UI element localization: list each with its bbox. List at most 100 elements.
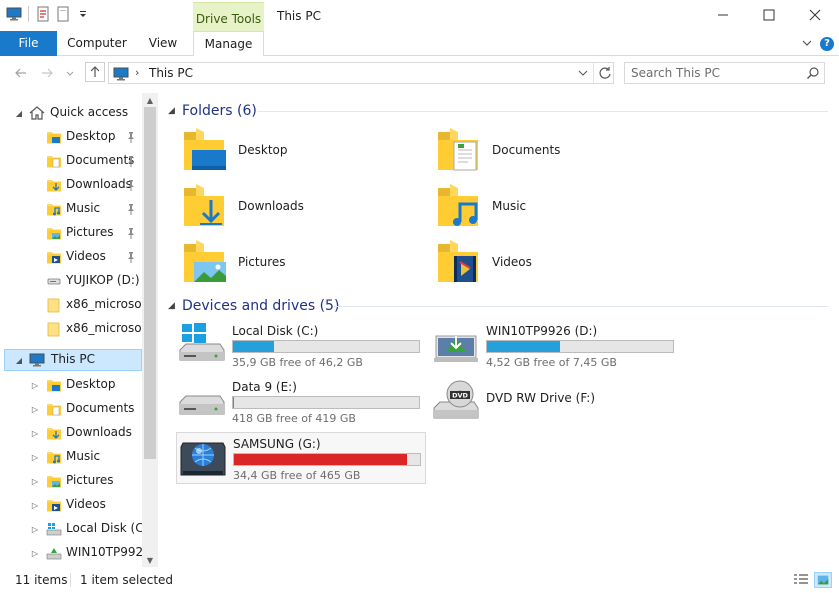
expand-arrow-icon[interactable]: ▷ — [30, 404, 40, 414]
tree-quick-x86-2[interactable]: x86_microsoft- — [0, 318, 142, 340]
drives-group-header[interactable]: ◢ Devices and drives (5) — [168, 296, 339, 316]
tree-pc-videos[interactable]: ▷ Videos — [0, 494, 142, 516]
large-icons-view-icon[interactable] — [814, 572, 832, 588]
expand-arrow-icon[interactable]: ▷ — [30, 380, 40, 390]
drive-usage-fill — [487, 341, 560, 352]
customize-toolbar-chevron-icon[interactable] — [75, 6, 91, 22]
collapse-arrow-icon[interactable]: ◢ — [14, 355, 24, 365]
pin-icon[interactable] — [125, 179, 137, 191]
folder-label: Documents — [492, 143, 561, 157]
search-box[interactable] — [624, 62, 825, 84]
tree-quick-videos[interactable]: Videos — [0, 246, 142, 268]
drive-tile-d[interactable]: WIN10TP9926 (D:) 4,52 GB free of 7,45 GB — [430, 320, 680, 370]
folders-group-header[interactable]: ◢ Folders (6) — [168, 101, 257, 121]
forward-button[interactable] — [38, 64, 56, 82]
address-dropdown-icon[interactable] — [577, 66, 589, 80]
pin-icon[interactable] — [125, 251, 137, 263]
search-input[interactable] — [631, 65, 801, 81]
close-button[interactable] — [792, 0, 838, 30]
folder-icon — [47, 298, 60, 313]
collapse-arrow-icon[interactable]: ◢ — [14, 108, 24, 118]
tree-pc-local-disk-c[interactable]: ▷ Local Disk (C:) — [0, 518, 142, 540]
new-folder-icon[interactable] — [55, 6, 71, 22]
expand-ribbon-chevron-icon[interactable] — [801, 37, 813, 49]
tree-quick-pictures[interactable]: Pictures — [0, 222, 142, 244]
tree-quick-documents[interactable]: Documents — [0, 150, 142, 172]
maximize-button[interactable] — [746, 0, 792, 30]
tab-computer[interactable]: Computer — [60, 31, 134, 56]
up-button[interactable] — [85, 62, 105, 82]
tree-quick-music[interactable]: Music — [0, 198, 142, 220]
samsung-drive-icon — [180, 442, 226, 476]
recent-locations-button[interactable] — [64, 64, 76, 82]
breadcrumb-this-pc[interactable]: This PC — [149, 66, 193, 80]
drive-tile-f[interactable]: DVD DVD RW Drive (F:) — [430, 376, 680, 426]
drive-tile-e[interactable]: Data 9 (E:) 418 GB free of 419 GB — [176, 376, 426, 426]
scroll-down-icon[interactable]: ▼ — [142, 553, 158, 567]
pin-icon[interactable] — [125, 155, 137, 167]
pin-icon[interactable] — [125, 203, 137, 215]
expand-arrow-icon[interactable]: ▷ — [30, 500, 40, 510]
folder-tile-downloads[interactable]: Downloads — [180, 182, 420, 236]
tree-quick-yujikop[interactable]: YUJIKOP (D:) — [0, 270, 142, 292]
drive-tools-context-header: Drive Tools — [193, 2, 264, 33]
properties-icon[interactable] — [35, 6, 51, 22]
pin-icon[interactable] — [125, 227, 137, 239]
context-tab-label: Drive Tools — [195, 12, 262, 26]
folder-tile-documents[interactable]: Documents — [434, 126, 674, 180]
tab-view[interactable]: View — [138, 31, 188, 56]
group-divider — [258, 111, 828, 112]
expand-arrow-icon[interactable]: ▷ — [30, 476, 40, 486]
refresh-button[interactable] — [593, 63, 615, 83]
tree-pc-music[interactable]: ▷ Music — [0, 446, 142, 468]
help-button[interactable]: ? — [820, 37, 834, 51]
music-folder-icon — [46, 201, 62, 216]
expand-arrow-icon[interactable]: ▷ — [30, 548, 40, 558]
tree-quick-desktop[interactable]: Desktop — [0, 126, 142, 148]
minimize-button[interactable] — [700, 0, 746, 30]
tree-pc-downloads[interactable]: ▷ Downloads — [0, 422, 142, 444]
tab-file[interactable]: File — [0, 31, 57, 56]
search-icon[interactable] — [806, 66, 820, 80]
folder-tile-videos[interactable]: Videos — [434, 238, 674, 292]
expand-arrow-icon[interactable]: ▷ — [30, 524, 40, 534]
scroll-up-icon[interactable]: ▲ — [142, 93, 158, 107]
folder-tile-pictures[interactable]: Pictures — [180, 238, 420, 292]
address-bar[interactable]: › This PC — [108, 62, 614, 84]
folder-tile-music[interactable]: Music — [434, 182, 674, 236]
collapse-group-icon[interactable]: ◢ — [168, 301, 180, 311]
folder-tile-desktop[interactable]: Desktop — [180, 126, 420, 180]
tree-pc-desktop[interactable]: ▷ Desktop — [0, 374, 142, 396]
expand-arrow-icon[interactable]: ▷ — [30, 452, 40, 462]
music-folder-icon — [438, 184, 478, 226]
tree-label: Local Disk (C:) — [66, 521, 142, 535]
tree-quick-access[interactable]: ◢ Quick access — [0, 102, 142, 124]
tree-quick-x86-1[interactable]: x86_microsoft- — [0, 294, 142, 316]
pictures-folder-icon — [46, 225, 62, 241]
pin-icon[interactable] — [125, 131, 137, 143]
expand-arrow-icon[interactable]: ▷ — [30, 428, 40, 438]
tab-manage[interactable]: Manage — [193, 31, 264, 57]
windows-drive-icon — [179, 323, 225, 361]
tree-pc-win10tp[interactable]: ▷ WIN10TP9926 — [0, 542, 142, 564]
tree-label: Music — [66, 201, 101, 215]
drive-tile-c[interactable]: Local Disk (C:) 35,9 GB free of 46,2 GB — [176, 320, 426, 370]
tree-pc-pictures[interactable]: ▷ Pictures — [0, 470, 142, 492]
tree-this-pc[interactable]: ◢ This PC — [4, 349, 142, 371]
desktop-folder-icon — [46, 129, 62, 145]
back-button[interactable] — [12, 64, 30, 82]
details-view-icon[interactable] — [792, 572, 810, 588]
tree-pc-documents[interactable]: ▷ Documents — [0, 398, 142, 420]
collapse-group-icon[interactable]: ◢ — [168, 106, 180, 116]
scroll-thumb[interactable] — [144, 107, 156, 459]
navigation-scrollbar[interactable]: ▲ ▼ — [142, 93, 158, 567]
item-count: 11 items — [15, 573, 68, 587]
drive-usage-fill — [234, 454, 407, 465]
star-home-icon — [29, 106, 45, 120]
drive-free-space: 34,4 GB free of 465 GB — [233, 469, 361, 482]
windows-drive-icon — [46, 523, 62, 536]
drive-free-space: 4,52 GB free of 7,45 GB — [486, 356, 617, 369]
tree-label: Videos — [66, 249, 106, 263]
tree-quick-downloads[interactable]: Downloads — [0, 174, 142, 196]
drive-tile-g[interactable]: SAMSUNG (G:) 34,4 GB free of 465 GB — [176, 432, 426, 484]
